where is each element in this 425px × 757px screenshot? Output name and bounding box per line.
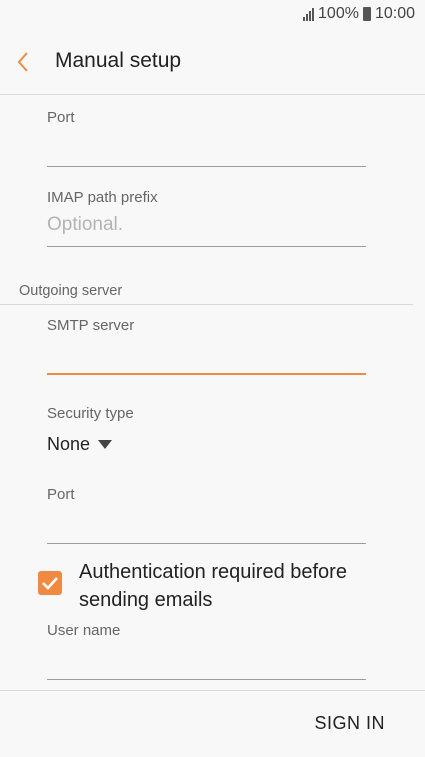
header-divider — [0, 94, 425, 95]
user-name-field[interactable] — [47, 645, 366, 677]
port-field[interactable] — [47, 132, 366, 164]
dropdown-arrow-icon — [98, 440, 113, 449]
user-name-underline — [47, 679, 366, 680]
imap-path-prefix-underline — [47, 246, 366, 247]
authentication-checkbox[interactable] — [38, 571, 62, 595]
outgoing-port-field[interactable] — [47, 509, 366, 541]
outgoing-port-underline — [47, 543, 366, 544]
check-icon — [42, 577, 58, 590]
security-type-label: Security type — [47, 405, 134, 422]
security-type-dropdown[interactable]: None — [47, 434, 113, 455]
signal-icon — [303, 7, 315, 21]
port-label: Port — [47, 109, 75, 126]
user-name-label: User name — [47, 622, 121, 639]
status-bar: 100% 10:00 — [303, 5, 415, 23]
smtp-server-underline-focused — [47, 373, 366, 375]
security-type-value: None — [47, 434, 91, 454]
smtp-server-label: SMTP server — [47, 317, 135, 334]
imap-path-prefix-field[interactable]: Optional. — [47, 214, 123, 236]
outgoing-server-section-title: Outgoing server — [19, 283, 123, 299]
outgoing-port-label: Port — [47, 486, 75, 503]
authentication-label[interactable]: Authentication required before sending e… — [79, 558, 389, 614]
section-divider — [0, 304, 413, 305]
battery-icon — [362, 7, 371, 21]
battery-percent: 100% — [318, 5, 359, 22]
sign-in-button[interactable]: SIGN IN — [314, 713, 385, 734]
page-title: Manual setup — [55, 49, 182, 72]
status-time: 10:00 — [374, 5, 415, 22]
imap-path-prefix-label: IMAP path prefix — [47, 189, 158, 206]
port-underline — [47, 166, 366, 167]
chevron-left-icon[interactable] — [15, 50, 35, 74]
smtp-server-field[interactable] — [47, 340, 366, 372]
